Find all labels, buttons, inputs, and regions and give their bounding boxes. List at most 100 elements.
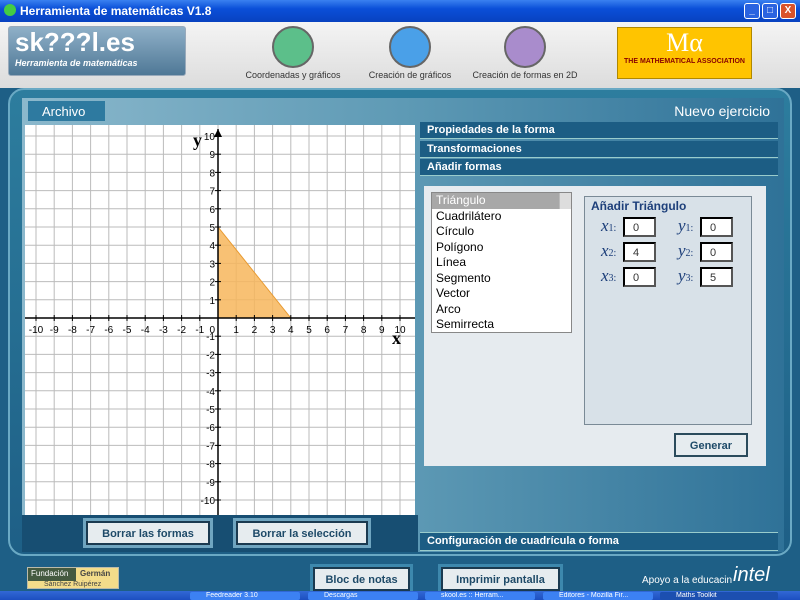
x-tick-label: -8 [68, 325, 77, 336]
x-tick-label: -2 [177, 325, 186, 336]
section-grid-config[interactable]: Configuración de cuadrícula o forma [420, 532, 778, 551]
bar-chart-icon [389, 26, 431, 68]
x-tick-label: 9 [379, 325, 385, 336]
y-tick-label: 7 [209, 187, 215, 198]
y-tick-label: -5 [206, 405, 215, 416]
maximize-button[interactable]: □ [762, 3, 778, 19]
skoool-logo: sk???l.es Herramienta de matemáticas [8, 26, 186, 76]
y2-label: y2: [678, 241, 694, 260]
list-item[interactable]: Polígono [432, 240, 571, 256]
notepad-button[interactable]: Bloc de notas [310, 564, 413, 594]
section-transformations[interactable]: Transformaciones [420, 141, 778, 158]
support-text: Apoyo a la educacin [642, 575, 733, 586]
minimize-button[interactable]: _ [744, 3, 760, 19]
y-tick-label: 5 [209, 223, 215, 234]
y-tick-label: -9 [206, 478, 215, 489]
x-tick-label: -9 [50, 325, 59, 336]
x-tick-label: 3 [270, 325, 276, 336]
y-tick-label: -2 [206, 350, 215, 361]
add-triangle-box: Añadir Triángulo x1: 0 y1: 0 x2: 4 y2: 0… [584, 196, 752, 425]
add-triangle-title: Añadir Triángulo [591, 199, 687, 213]
x3-input[interactable]: 0 [623, 267, 656, 287]
y-tick-label: 3 [209, 259, 215, 270]
y-tick-label: 6 [209, 205, 215, 216]
list-item[interactable]: Arco [432, 302, 571, 318]
taskbar-item[interactable]: Maths Toolkit [660, 592, 778, 600]
y-tick-label: -3 [206, 369, 215, 380]
list-item[interactable]: Círculo [432, 224, 571, 240]
x-tick-label: 7 [343, 325, 349, 336]
list-item[interactable]: Línea [432, 255, 571, 271]
taskbar-item[interactable]: Descargas [308, 592, 418, 600]
taskbar-item[interactable]: skool.es :: Herram... [425, 592, 535, 600]
y3-label: y3: [678, 266, 694, 285]
y1-input[interactable]: 0 [700, 217, 733, 237]
x-tick-label: -10 [29, 325, 44, 336]
section-shape-properties[interactable]: Propiedades de la forma [420, 122, 778, 139]
x1-input[interactable]: 0 [623, 217, 656, 237]
y-tick-label: -10 [201, 496, 216, 507]
x-tick-label: 8 [361, 325, 367, 336]
y-axis-label: y [193, 130, 202, 150]
y-tick-label: 2 [209, 278, 215, 289]
tool-2d-shapes[interactable]: Creación de formas en 2D [465, 26, 585, 80]
list-item[interactable]: Triángulo [432, 193, 571, 209]
origin-label: 0 [209, 325, 215, 336]
list-scrollbar[interactable] [559, 193, 571, 209]
tool-chart-creation[interactable]: Creación de gráficos [360, 26, 460, 80]
clear-selection-button[interactable]: Borrar la selección [233, 518, 371, 548]
y-tick-label: -7 [206, 441, 215, 452]
generate-button[interactable]: Generar [674, 433, 748, 457]
x-tick-label: 2 [252, 325, 258, 336]
mathematical-association-logo: Mα THE MATHEMATICAL ASSOCIATION [617, 27, 752, 79]
x-tick-label: -6 [104, 325, 113, 336]
y-tick-label: 1 [209, 296, 215, 307]
x-tick-label: -3 [159, 325, 168, 336]
close-button[interactable]: X [780, 3, 796, 19]
list-item[interactable]: Semirrecta [432, 317, 571, 333]
x-tick-label: 4 [288, 325, 294, 336]
window-title: Herramienta de matemáticas V1.8 [20, 4, 212, 18]
y-tick-label: 9 [209, 150, 215, 161]
section-add-shapes[interactable]: Añadir formas [420, 159, 778, 176]
tool-coordinates[interactable]: Coordenadas y gráficos [238, 26, 348, 80]
x-tick-label: 6 [324, 325, 330, 336]
new-exercise-button[interactable]: Nuevo ejercicio [674, 103, 770, 119]
x-tick-label: -1 [195, 325, 204, 336]
shapes-icon [504, 26, 546, 68]
taskbar-item[interactable]: Editores - Mozilla Fir... [543, 592, 653, 600]
app-icon [4, 4, 16, 16]
x2-label: x2: [601, 241, 617, 260]
y1-label: y1: [678, 216, 694, 235]
y-tick-label: -8 [206, 460, 215, 471]
print-screen-button[interactable]: Imprimir pantalla [438, 564, 563, 594]
y-tick-label: 4 [209, 241, 215, 252]
title-bar: Herramienta de matemáticas V1.8 _ □ X [0, 0, 800, 22]
y-tick-label: 8 [209, 168, 215, 179]
y2-input[interactable]: 0 [700, 242, 733, 262]
x3-label: x3: [601, 266, 617, 285]
x-tick-label: -7 [86, 325, 95, 336]
x-tick-label: -5 [123, 325, 132, 336]
y-tick-label: -4 [206, 387, 215, 398]
coordinate-grid[interactable]: -10-10-9-9-8-8-7-7-6-6-5-5-4-4-3-3-2-2-1… [25, 125, 415, 515]
y3-input[interactable]: 5 [700, 267, 733, 287]
archivo-menu[interactable]: Archivo [28, 101, 105, 121]
fundacion-logo: Fundación Germán Sánchez Ruipérez [27, 567, 119, 589]
y-tick-label: 10 [204, 132, 216, 143]
list-item[interactable]: Vector [432, 286, 571, 302]
graph-icon [272, 26, 314, 68]
taskbar-item[interactable]: Feedreader 3.10 [190, 592, 300, 600]
intel-logo: intel [733, 564, 770, 586]
x2-input[interactable]: 4 [623, 242, 656, 262]
x-tick-label: -4 [141, 325, 150, 336]
list-item[interactable]: Segmento [432, 271, 571, 287]
shape-list[interactable]: Triángulo Cuadrilátero Círculo Polígono … [431, 192, 572, 333]
list-item[interactable]: Cuadrilátero [432, 209, 571, 225]
x-axis-label: x [392, 328, 401, 348]
x1-label: x1: [601, 216, 617, 235]
y-tick-label: -6 [206, 423, 215, 434]
x-tick-label: 5 [306, 325, 312, 336]
clear-shapes-button[interactable]: Borrar las formas [83, 518, 213, 548]
x-tick-label: 1 [233, 325, 239, 336]
